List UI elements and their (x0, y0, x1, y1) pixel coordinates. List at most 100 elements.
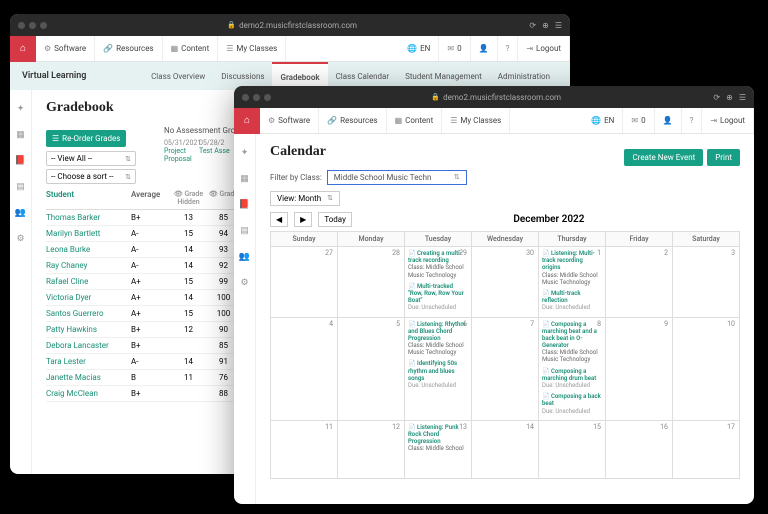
student-link[interactable]: Victoria Dyer (46, 293, 131, 302)
assessment-link[interactable]: Test Asse (199, 147, 234, 155)
sort-select[interactable]: -- Choose a sort --⇅ (46, 169, 136, 184)
calendar-event[interactable]: 📄 Composing a marching beat and a back b… (541, 320, 603, 365)
today-button[interactable]: Today (318, 212, 352, 227)
nav-content[interactable]: ▦Content (387, 108, 443, 133)
student-link[interactable]: Ray Chaney (46, 261, 131, 270)
rail-icon[interactable]: ▤ (240, 226, 249, 236)
day-cell[interactable]: 12 (338, 421, 405, 479)
day-cell[interactable]: 16 (606, 421, 673, 479)
nav-content[interactable]: ▦Content (163, 36, 219, 61)
student-link[interactable]: Janette Macias (46, 373, 131, 382)
titlebar: 🔒demo2.musicfirstclassroom.com ⟳⊕☰ (234, 86, 754, 108)
rail-icon[interactable]: 📕 (239, 200, 250, 210)
url-bar[interactable]: 🔒demo2.musicfirstclassroom.com (55, 21, 529, 30)
chevron-icon: ⇅ (327, 194, 333, 203)
assessment-link[interactable]: Project Proposal (164, 147, 199, 163)
rail-icon[interactable]: ⚙ (16, 234, 24, 244)
window-controls[interactable] (242, 94, 271, 101)
print-button[interactable]: Print (707, 149, 740, 166)
nav-myclasses[interactable]: ☰My Classes (442, 108, 510, 133)
create-event-button[interactable]: Create New Event (624, 149, 703, 166)
calendar-event[interactable]: 📄 Identifying 50s rhythm and blues songs… (407, 359, 469, 390)
browser-actions[interactable]: ⟳⊕☰ (713, 93, 746, 102)
day-number: 13 (459, 423, 467, 431)
rail-icon[interactable]: ✦ (17, 104, 25, 114)
nav-logout[interactable]: ⇥Logout (518, 36, 570, 61)
day-cell[interactable]: 2 (606, 247, 673, 318)
prev-button[interactable]: ◀ (270, 212, 288, 227)
day-cell[interactable]: 1📄 Listening: Multi-track recording orig… (539, 247, 606, 318)
nav-software[interactable]: ⚙Software (36, 36, 95, 61)
rail-icon[interactable]: ✦ (241, 148, 249, 158)
student-link[interactable]: Tara Lester (46, 357, 131, 366)
nav-user[interactable]: 👤 (655, 108, 682, 133)
nav-myclasses[interactable]: ☰My Classes (218, 36, 286, 61)
day-cell[interactable]: 6📄 Listening: Rhythm and Blues Chord Pro… (405, 318, 472, 421)
calendar-event[interactable]: 📄 Multi-tracked "Row, Row, Row Your Boat… (407, 282, 469, 313)
nav-resources[interactable]: 🔗Resources (319, 108, 386, 133)
student-link[interactable]: Leona Burke (46, 245, 131, 254)
class-title: Virtual Learning (22, 71, 86, 81)
rail-icon[interactable]: ⚙ (240, 278, 248, 288)
day-cell[interactable]: 3 (673, 247, 740, 318)
nav-resources[interactable]: 🔗Resources (95, 36, 162, 61)
rail-icon[interactable]: 📕 (15, 156, 26, 166)
rail-icon[interactable]: 👥 (15, 208, 26, 218)
calendar-event[interactable]: 📄 Multi-track reflectionDue: Unscheduled (541, 289, 603, 313)
nav-software[interactable]: ⚙Software (260, 108, 319, 133)
nav-user[interactable]: 👤 (471, 36, 498, 61)
day-cell[interactable]: 13📄 Listening: Punk Rock Chord Progressi… (405, 421, 472, 479)
student-link[interactable]: Debora Lancaster (46, 341, 131, 350)
day-cell[interactable]: 9 (606, 318, 673, 421)
home-icon[interactable]: ⌂ (10, 36, 36, 62)
rail-icon[interactable]: 👥 (239, 252, 250, 262)
view-select[interactable]: View: Month⇅ (270, 191, 340, 206)
nav-lang[interactable]: 🌐EN (399, 36, 439, 61)
nav-lang[interactable]: 🌐EN (583, 108, 623, 133)
browser-actions[interactable]: ⟳⊕☰ (529, 21, 562, 30)
day-header: Sunday (271, 232, 338, 247)
calendar-event[interactable]: 📄 Listening: Multi-track recording origi… (541, 249, 603, 287)
day-cell[interactable]: 5 (338, 318, 405, 421)
nav-help[interactable]: ? (682, 108, 703, 133)
rail-icon[interactable]: ▦ (240, 174, 249, 184)
nav-logout[interactable]: ⇥Logout (702, 108, 754, 133)
student-link[interactable]: Patty Hawkins (46, 325, 131, 334)
view-select[interactable]: -- View All --⇅ (46, 151, 136, 166)
day-cell[interactable]: 17 (673, 421, 740, 479)
day-cell[interactable]: 14 (472, 421, 539, 479)
nav-messages[interactable]: ✉0 (623, 108, 654, 133)
day-cell[interactable]: 29📄 Creating a multi-track recordingClas… (405, 247, 472, 318)
day-cell[interactable]: 7 (472, 318, 539, 421)
rail-icon[interactable]: ▦ (16, 130, 25, 140)
tab-overview[interactable]: Class Overview (143, 62, 213, 90)
url-bar[interactable]: 🔒demo2.musicfirstclassroom.com (279, 93, 713, 102)
day-cell[interactable]: 27 (271, 247, 338, 318)
student-link[interactable]: Craig McClean (46, 389, 131, 398)
student-link[interactable]: Santos Guerrero (46, 309, 131, 318)
day-cell[interactable]: 10 (673, 318, 740, 421)
calendar-grid: SundayMondayTuesdayWednesdayThursdayFrid… (270, 231, 740, 479)
nav-help[interactable]: ? (498, 36, 519, 61)
day-cell[interactable]: 8📄 Composing a marching beat and a back … (539, 318, 606, 421)
day-number: 7 (530, 320, 534, 328)
window-controls[interactable] (18, 22, 47, 29)
nav-messages[interactable]: ✉0 (439, 36, 470, 61)
home-icon[interactable]: ⌂ (234, 108, 260, 134)
next-button[interactable]: ▶ (294, 212, 312, 227)
rail-icon[interactable]: ▤ (16, 182, 25, 192)
reorder-button[interactable]: ☰Re-Order Grades (46, 130, 126, 147)
day-cell[interactable]: 11 (271, 421, 338, 479)
student-link[interactable]: Rafael Cline (46, 277, 131, 286)
calendar-event[interactable]: 📄 Listening: Rhythm and Blues Chord Prog… (407, 320, 469, 358)
student-link[interactable]: Thomas Barker (46, 213, 131, 222)
day-cell[interactable]: 30 (472, 247, 539, 318)
calendar-event[interactable]: 📄 Composing a marching drum beatDue: Uns… (541, 367, 603, 391)
user-icon: 👤 (479, 44, 489, 53)
calendar-event[interactable]: 📄 Composing a back beatDue: Unscheduled (541, 392, 603, 416)
day-cell[interactable]: 15 (539, 421, 606, 479)
day-cell[interactable]: 4 (271, 318, 338, 421)
day-cell[interactable]: 28 (338, 247, 405, 318)
student-link[interactable]: Marilyn Bartlett (46, 229, 131, 238)
class-filter-select[interactable]: Middle School Music Techn⇅ (327, 170, 467, 185)
